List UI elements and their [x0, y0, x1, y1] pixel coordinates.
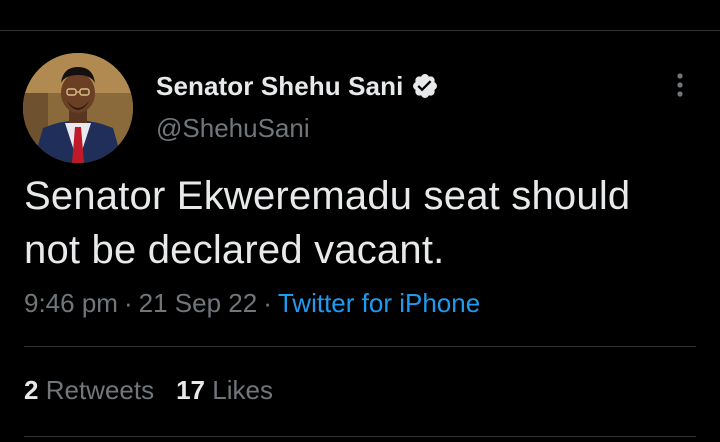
likes-count: 17 [176, 375, 206, 405]
divider [24, 436, 696, 437]
tweet-source-link[interactable]: Twitter for iPhone [278, 288, 480, 318]
likes-label: Likes [212, 375, 273, 405]
tweet-meta: 9:46 pm · 21 Sep 22 · Twitter for iPhone [24, 288, 480, 319]
tweet-date[interactable]: 21 Sep 22 [139, 288, 258, 318]
verified-badge-icon [411, 72, 439, 100]
tweet-stats: 2 Retweets 17 Likes [24, 375, 273, 406]
likes-stat[interactable]: 17 Likes [176, 375, 273, 405]
tweet-text-line: not be declared vacant. [24, 228, 445, 272]
more-options-icon[interactable] [668, 70, 692, 100]
retweets-label: Retweets [45, 375, 155, 405]
tweet-text-line: Senator Ekweremadu seat should [24, 174, 631, 218]
tweet-time[interactable]: 9:46 pm [24, 288, 118, 318]
top-divider [0, 30, 720, 31]
meta-separator: · [123, 288, 133, 318]
tweet-text: Senator Ekweremadu seat should not be de… [24, 169, 704, 277]
retweets-stat[interactable]: 2 Retweets [24, 375, 154, 405]
author-handle[interactable]: @ShehuSani [156, 113, 310, 144]
avatar[interactable] [23, 53, 133, 163]
author-name-row[interactable]: Senator Shehu Sani [156, 70, 439, 102]
meta-separator: · [263, 288, 272, 318]
retweets-count: 2 [24, 375, 39, 405]
author-display-name[interactable]: Senator Shehu Sani [156, 71, 403, 102]
divider [24, 346, 696, 347]
